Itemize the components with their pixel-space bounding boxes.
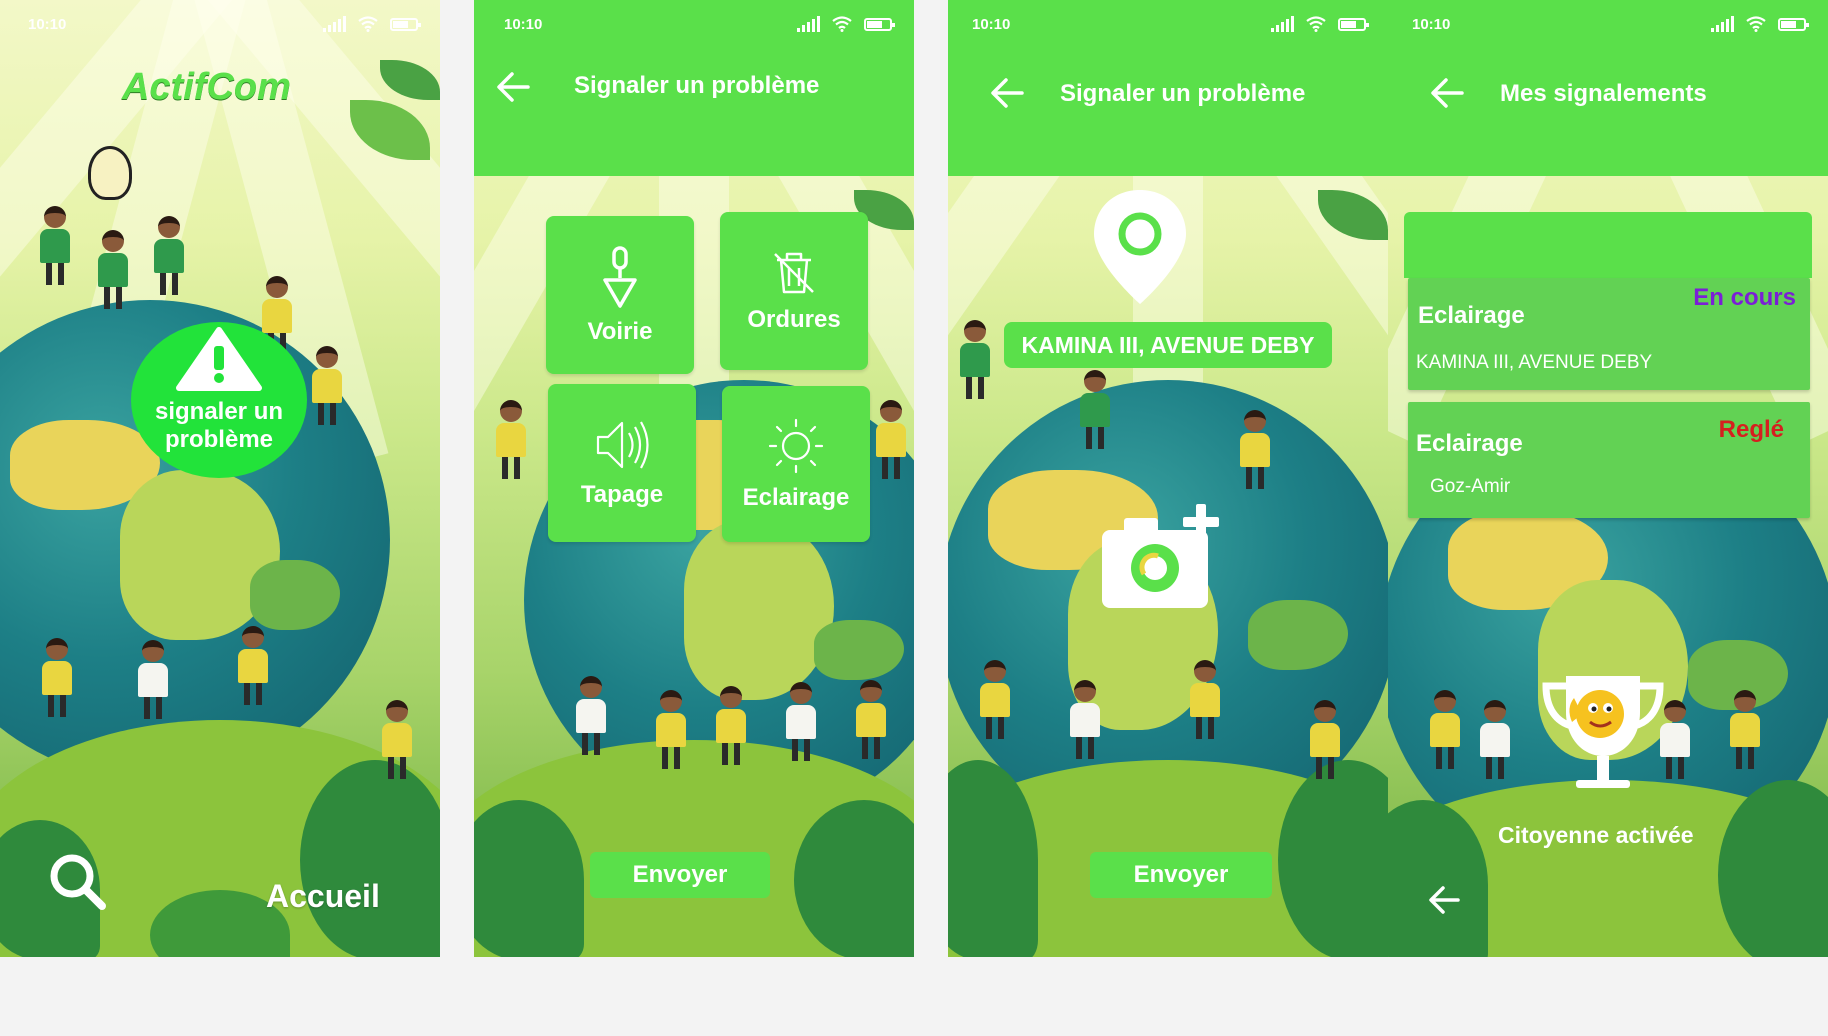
location-address[interactable]: KAMINA III, AVENUE DEBY: [1004, 322, 1332, 368]
report-status: Reglé: [1718, 416, 1784, 443]
report-card[interactable]: Eclairage Reglé Goz-Amir: [1408, 402, 1810, 518]
status-bar: 10:10: [1388, 0, 1828, 48]
page-title: Signaler un problème: [574, 72, 820, 99]
wifi-icon: [358, 16, 378, 32]
signal-icon: [1271, 16, 1294, 32]
trash-crossed-icon: [774, 252, 814, 294]
citizen-badge-label: Citoyenne activée: [1498, 822, 1694, 848]
nav-home-label[interactable]: Accueil: [266, 878, 380, 915]
wifi-icon: [832, 16, 852, 32]
category-label: Voirie: [587, 318, 653, 345]
home-screen: 10:10 ActifCom signaler un problème Accu…: [0, 0, 440, 957]
report-location-screen: 10:10 Signaler un problème KAMINA III, A…: [948, 0, 1388, 957]
signal-icon: [1711, 16, 1734, 32]
page-title: Mes signalements: [1500, 80, 1707, 107]
signal-icon: [323, 16, 346, 32]
wifi-icon: [1306, 16, 1326, 32]
trophy-icon: [1542, 676, 1664, 788]
report-category: Eclairage: [1416, 430, 1523, 457]
status-time: 10:10: [504, 15, 543, 33]
app-logo: ActifCom: [122, 66, 291, 108]
speaker-icon: [596, 421, 649, 469]
category-eclairage[interactable]: Eclairage: [722, 386, 870, 542]
report-problem-button[interactable]: signaler un problème: [131, 322, 307, 478]
report-place: KAMINA III, AVENUE DEBY: [1416, 352, 1653, 373]
back-arrow-icon[interactable]: [1426, 72, 1468, 114]
report-category-screen: 10:10 Signaler un problème Voirie Ordure…: [474, 0, 914, 957]
status-time: 10:10: [1412, 15, 1451, 33]
add-photo-camera-icon[interactable]: [1098, 500, 1224, 612]
report-card[interactable]: Eclairage En cours KAMINA III, AVENUE DE…: [1408, 278, 1810, 390]
reports-list-header: [1404, 212, 1812, 278]
page-title: Signaler un problème: [1060, 80, 1306, 107]
category-voirie[interactable]: Voirie: [546, 216, 694, 374]
alert-triangle-icon: [176, 327, 262, 391]
back-arrow-icon[interactable]: [1424, 880, 1464, 920]
report-place: Goz-Amir: [1430, 476, 1511, 497]
category-label: Tapage: [580, 481, 664, 508]
category-label: Ordures: [747, 306, 841, 333]
back-arrow-icon[interactable]: [492, 66, 534, 108]
category-ordures[interactable]: Ordures: [720, 212, 868, 370]
status-bar: 10:10: [948, 0, 1388, 48]
status-bar: 10:10: [474, 0, 914, 48]
report-category: Eclairage: [1418, 302, 1525, 329]
report-problem-label: signaler un problème: [154, 398, 284, 453]
search-icon[interactable]: [48, 852, 108, 912]
send-button[interactable]: Envoyer: [590, 852, 770, 898]
wifi-icon: [1746, 16, 1766, 32]
battery-icon: [390, 17, 421, 31]
illustration-background: [0, 0, 440, 957]
sun-icon: [768, 418, 824, 474]
send-button[interactable]: Envoyer: [1090, 852, 1272, 898]
app-bar: 10:10 Signaler un problème: [948, 0, 1388, 176]
battery-icon: [1338, 17, 1369, 31]
category-tapage[interactable]: Tapage: [548, 384, 696, 542]
app-bar: 10:10 Signaler un problème: [474, 0, 914, 176]
signal-icon: [797, 16, 820, 32]
category-label: Eclairage: [742, 484, 850, 511]
battery-icon: [1778, 17, 1809, 31]
location-pin-icon[interactable]: [1088, 186, 1192, 310]
status-time: 10:10: [972, 15, 1011, 33]
back-arrow-icon[interactable]: [986, 72, 1028, 114]
report-status: En cours: [1693, 284, 1796, 311]
battery-icon: [864, 17, 895, 31]
app-bar: 10:10 Mes signalements: [1388, 0, 1828, 176]
status-bar: 10:10: [0, 0, 440, 48]
road-shovel-icon: [603, 246, 637, 308]
lightbulb-icon: [88, 146, 132, 200]
status-time: 10:10: [28, 15, 67, 33]
my-reports-screen: 10:10 Mes signalements Eclairage En cour…: [1388, 0, 1828, 957]
app-screens-mockup: 10:10 ActifCom signaler un problème Accu…: [0, 0, 1828, 1036]
